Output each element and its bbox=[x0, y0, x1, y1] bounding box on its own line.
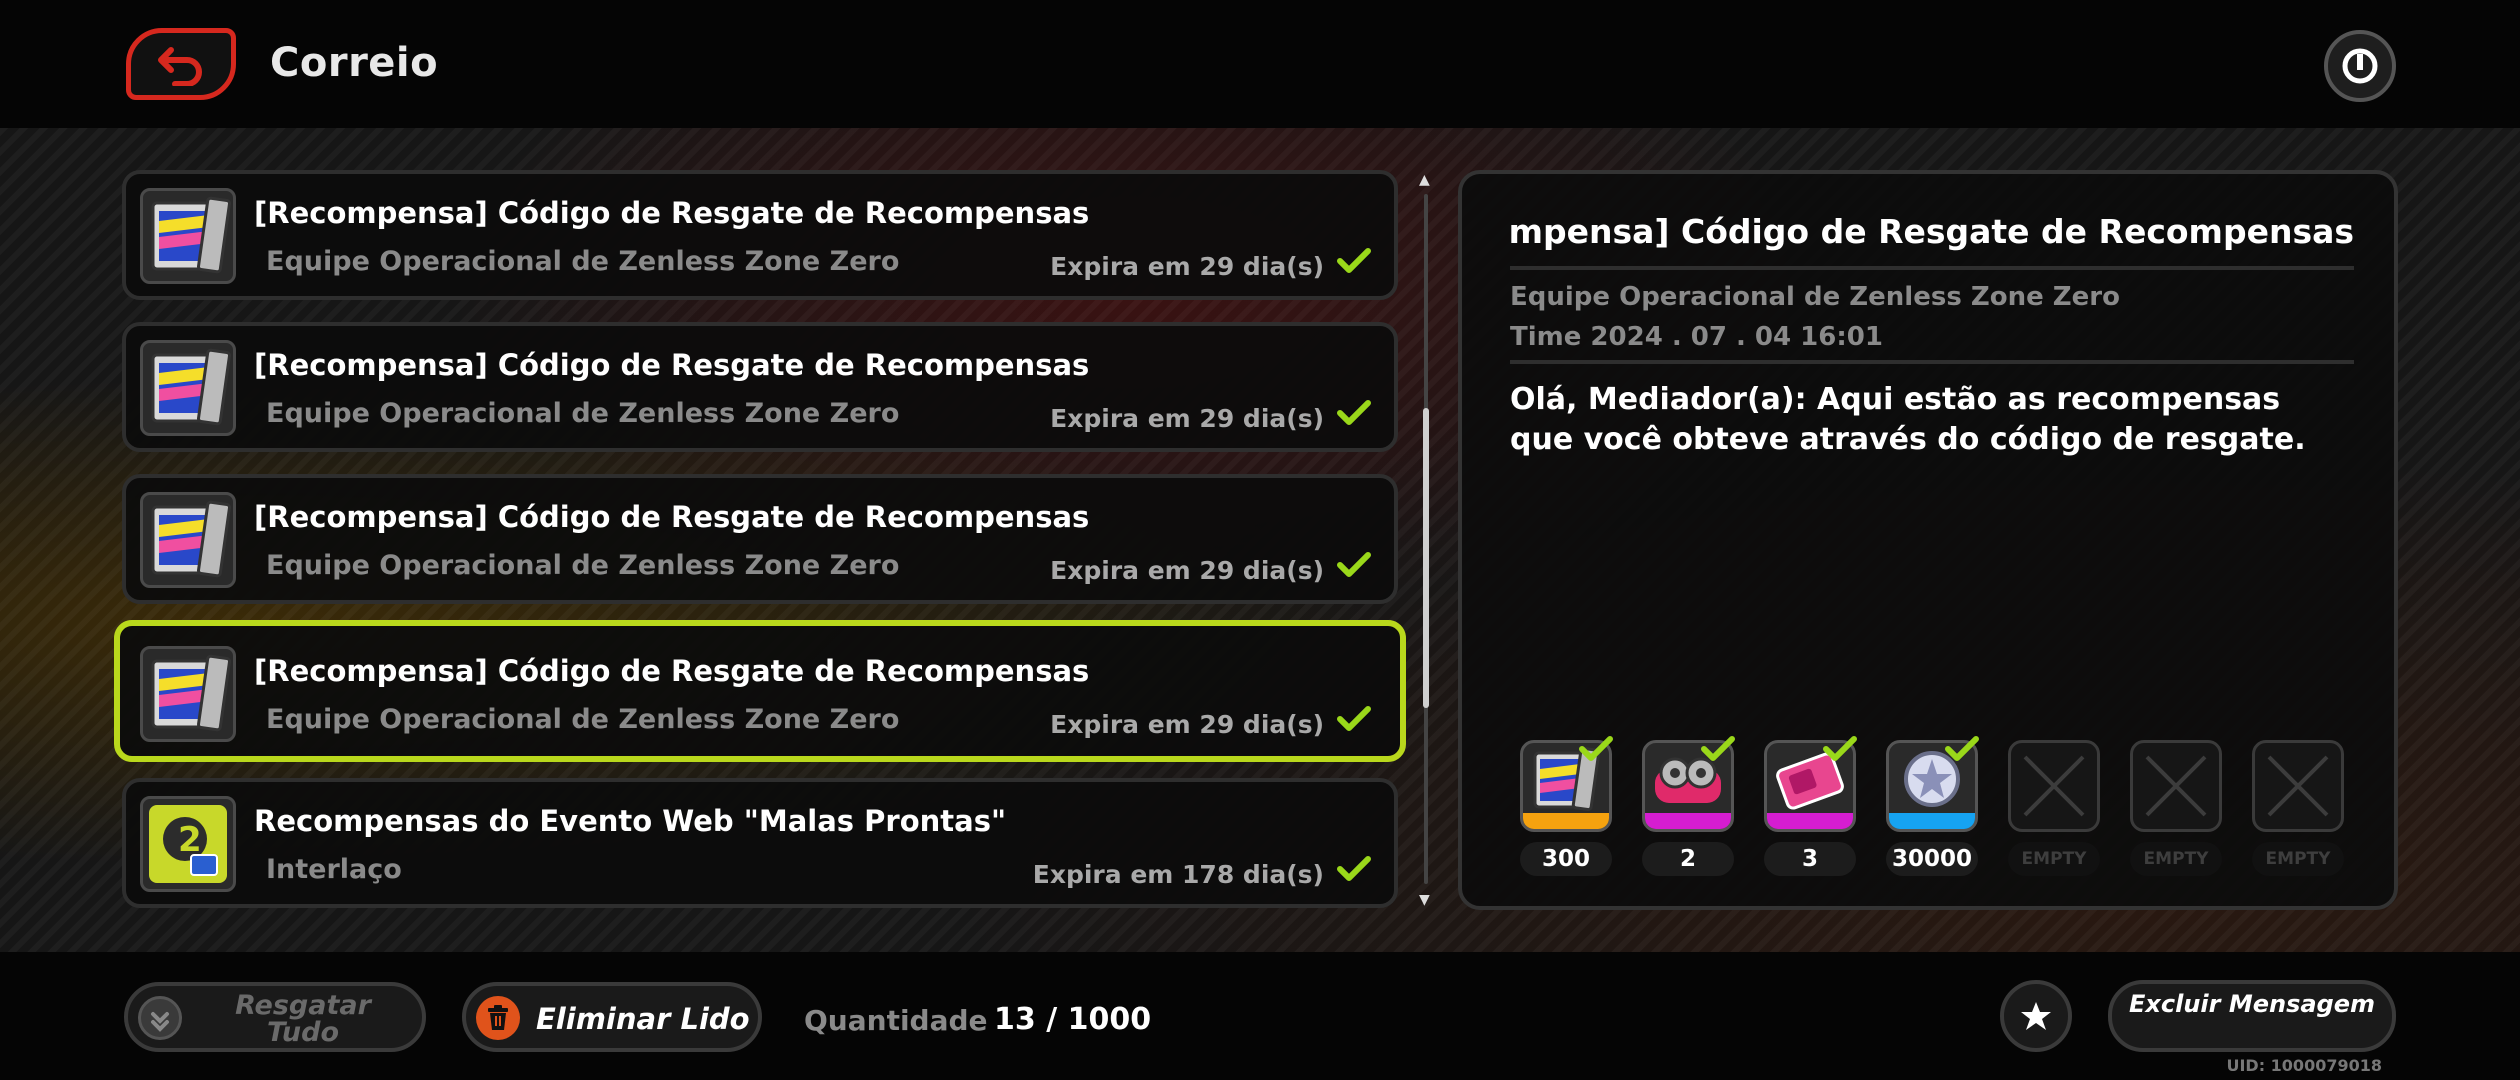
mail-list: [Recompensa] Código de Resgate de Recomp… bbox=[114, 170, 1406, 910]
back-arrow-icon bbox=[158, 47, 202, 86]
claimed-check-icon bbox=[1336, 704, 1372, 740]
mail-sender: Equipe Operacional de Zenless Zone Zero bbox=[266, 550, 900, 581]
mail-title: [Recompensa] Código de Resgate de Recomp… bbox=[254, 348, 1090, 382]
quantity-label: Quantidade bbox=[804, 1004, 988, 1037]
mail-sender: Equipe Operacional de Zenless Zone Zero bbox=[266, 246, 900, 277]
power-icon bbox=[2342, 48, 2378, 84]
scroll-down-icon[interactable]: ▼ bbox=[1419, 892, 1430, 908]
delete-read-label: Eliminar Lido bbox=[536, 1002, 750, 1036]
page-title: Correio bbox=[270, 40, 439, 86]
delete-message-button[interactable]: Excluir Mensagem bbox=[2108, 980, 2396, 1052]
mail-expiry: Expira em 29 dia(s) bbox=[1050, 252, 1324, 281]
rarity-stripe bbox=[1523, 813, 1609, 829]
mail-sender: Interlaço bbox=[266, 854, 402, 885]
claim-all-button[interactable]: Resgatar Tudo bbox=[124, 982, 426, 1052]
download-icon bbox=[138, 996, 182, 1040]
detail-body: Olá, Mediador(a): Aqui estão as recompen… bbox=[1510, 382, 2306, 457]
claimed-check-icon bbox=[1336, 398, 1372, 434]
mail-title: [Recompensa] Código de Resgate de Recomp… bbox=[254, 196, 1090, 230]
mail-expiry: Expira em 29 dia(s) bbox=[1050, 710, 1324, 739]
scroll-up-icon[interactable]: ▲ bbox=[1419, 172, 1430, 188]
reward-quantity: EMPTY bbox=[2130, 842, 2222, 876]
rarity-stripe bbox=[1767, 813, 1853, 829]
empty-slot-icon bbox=[2130, 740, 2222, 832]
claimed-check-icon bbox=[1578, 734, 1614, 764]
mail-list-item[interactable]: [Recompensa] Código de Resgate de Recomp… bbox=[122, 170, 1398, 300]
rarity-stripe bbox=[1889, 813, 1975, 829]
reward-quantity: EMPTY bbox=[2252, 842, 2344, 876]
reward-quantity: 300 bbox=[1520, 842, 1612, 876]
claimed-check-icon bbox=[1700, 734, 1736, 764]
claimed-check-icon bbox=[1336, 550, 1372, 586]
divider bbox=[1510, 360, 2354, 364]
delete-message-label: Excluir Mensagem bbox=[2128, 990, 2376, 1018]
film-reward-icon bbox=[140, 340, 236, 436]
rarity-stripe bbox=[1645, 813, 1731, 829]
claimed-check-icon bbox=[1336, 246, 1372, 282]
mail-title: [Recompensa] Código de Resgate de Recomp… bbox=[254, 654, 1090, 688]
divider bbox=[1510, 266, 2354, 270]
film-reward-icon bbox=[140, 646, 236, 742]
mail-list-item[interactable]: 2 Recompensas do Evento Web "Malas Pronta… bbox=[122, 778, 1398, 908]
mail-expiry: Expira em 178 dia(s) bbox=[1032, 860, 1324, 889]
mail-sender: Equipe Operacional de Zenless Zone Zero bbox=[266, 398, 900, 429]
reward-quantity: 2 bbox=[1642, 842, 1734, 876]
empty-slot-icon bbox=[2008, 740, 2100, 832]
reward-quantity: EMPTY bbox=[2008, 842, 2100, 876]
detail-time: Time 2024 . 07 . 04 16:01 bbox=[1510, 322, 1883, 352]
reward-quantity: 30000 bbox=[1886, 842, 1978, 876]
mail-sender: Equipe Operacional de Zenless Zone Zero bbox=[266, 704, 900, 735]
star-icon bbox=[2021, 1002, 2051, 1030]
bangboo-reward-icon: 2 bbox=[140, 796, 236, 892]
mail-list-item[interactable]: [Recompensa] Código de Resgate de Recomp… bbox=[114, 620, 1406, 762]
top-bar: Correio bbox=[0, 0, 2520, 128]
favorite-button[interactable] bbox=[2000, 980, 2072, 1052]
film-reward-icon bbox=[140, 492, 236, 588]
claimed-check-icon bbox=[1822, 734, 1858, 764]
claim-all-label: Resgatar Tudo bbox=[235, 990, 371, 1048]
mail-list-item[interactable]: [Recompensa] Código de Resgate de Recomp… bbox=[122, 474, 1398, 604]
mail-expiry: Expira em 29 dia(s) bbox=[1050, 404, 1324, 433]
scroll-thumb[interactable] bbox=[1423, 408, 1429, 708]
reward-list: 300 2 3 30000 EMPTY EMPTY EMPTY bbox=[1520, 736, 2360, 880]
power-button[interactable] bbox=[2324, 30, 2396, 102]
empty-slot-icon bbox=[2252, 740, 2344, 832]
mail-title: [Recompensa] Código de Resgate de Recomp… bbox=[254, 500, 1090, 534]
trash-icon bbox=[476, 996, 520, 1040]
claimed-check-icon bbox=[1944, 734, 1980, 764]
mail-list-item[interactable]: [Recompensa] Código de Resgate de Recomp… bbox=[122, 322, 1398, 452]
quantity-value: 13 / 1000 bbox=[994, 1002, 1152, 1037]
reward-quantity: 3 bbox=[1764, 842, 1856, 876]
mail-expiry: Expira em 29 dia(s) bbox=[1050, 556, 1324, 585]
detail-title-text: [Recompensa] Código de Resgate de Recomp… bbox=[1510, 212, 2354, 251]
mail-list-scrollbar[interactable]: ▲ ▼ bbox=[1418, 172, 1434, 908]
film-reward-icon bbox=[140, 188, 236, 284]
uid-label: UID: 1000079018 bbox=[2226, 1056, 2382, 1075]
detail-title: [Recompensa] Código de Resgate de Recomp… bbox=[1510, 212, 2354, 251]
back-button[interactable] bbox=[126, 28, 236, 100]
mail-detail-panel: [Recompensa] Código de Resgate de Recomp… bbox=[1458, 170, 2398, 910]
delete-read-button[interactable]: Eliminar Lido bbox=[462, 982, 762, 1052]
claimed-check-icon bbox=[1336, 854, 1372, 890]
mail-title: Recompensas do Evento Web "Malas Prontas… bbox=[254, 804, 1007, 838]
detail-sender: Equipe Operacional de Zenless Zone Zero bbox=[1510, 282, 2120, 312]
